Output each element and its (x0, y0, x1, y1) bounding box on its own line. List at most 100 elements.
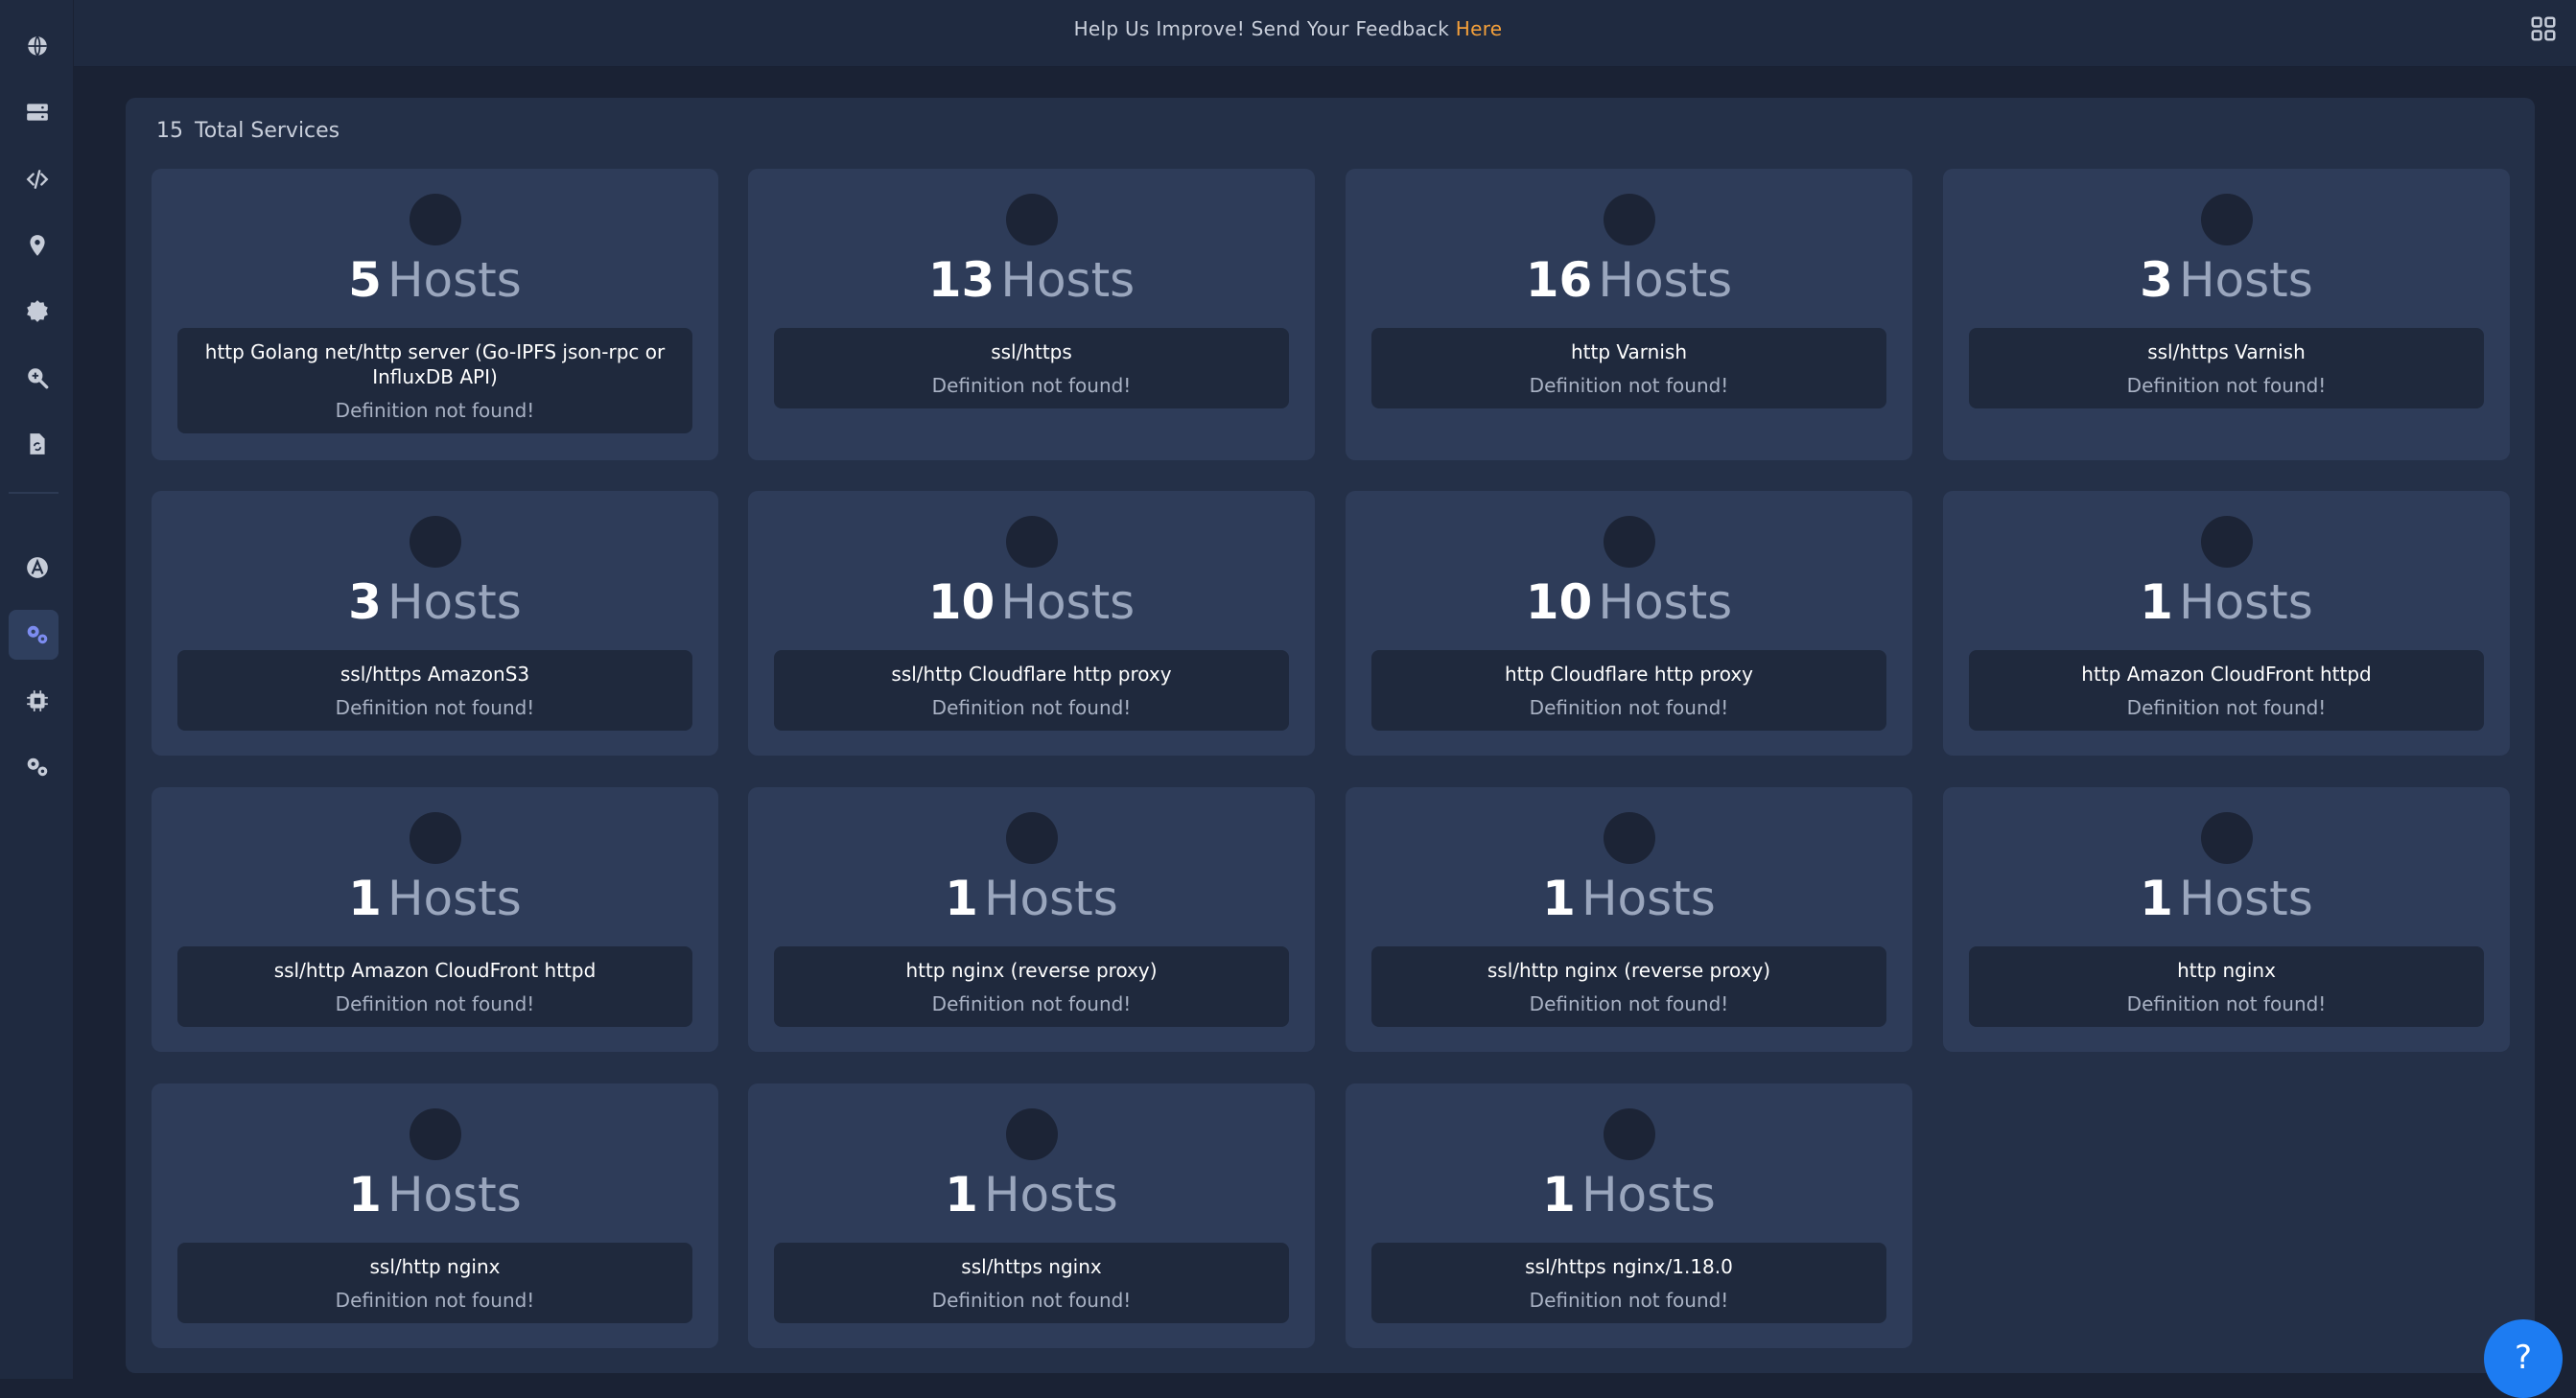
service-name: ssl/https Varnish (2147, 340, 2306, 363)
service-definition: Definition not found! (2126, 374, 2327, 397)
sidebar-item-chip[interactable] (0, 676, 74, 726)
service-definition: Definition not found! (1529, 1289, 1729, 1312)
service-card[interactable]: 5 Hosts http Golang net/http server (Go-IP… (152, 169, 718, 460)
service-info: ssl/http Amazon CloudFront httpd Definiti… (177, 946, 692, 1027)
sidebar-item-globe[interactable] (0, 21, 74, 71)
service-name: http nginx (reverse proxy) (905, 959, 1158, 982)
service-card[interactable]: 1 Hosts http nginx (reverse proxy) Definiti… (748, 787, 1315, 1052)
host-count: 16 Hosts (1346, 251, 1912, 309)
service-name: ssl/http nginx (reverse proxy) (1487, 959, 1771, 982)
host-count-number: 1 (348, 871, 382, 926)
gear-badge-icon (26, 300, 48, 322)
host-count: 1 Hosts (1943, 870, 2510, 927)
service-card[interactable]: 16 Hosts http Varnish Definition not found! (1346, 169, 1912, 460)
sidebar-item-settings[interactable] (0, 742, 74, 792)
feedback-link[interactable]: Here (1456, 17, 1503, 40)
sidebar-item-badge[interactable] (0, 287, 74, 337)
total-services: 15 Total Services (156, 119, 340, 143)
host-count: 1 Hosts (1346, 1166, 1912, 1223)
host-count: 1 Hosts (152, 1166, 718, 1223)
host-count-label: Hosts (2178, 252, 2313, 308)
service-name: ssl/https AmazonS3 (340, 663, 530, 686)
sidebar (0, 0, 74, 1379)
host-count-label: Hosts (386, 252, 522, 308)
service-card[interactable]: 1 Hosts ssl/http Amazon CloudFront httpd De… (152, 787, 718, 1052)
service-logo-placeholder (410, 1108, 461, 1160)
globe-icon (27, 35, 47, 57)
apps-grid-icon[interactable] (2529, 14, 2558, 43)
sidebar-item-location[interactable] (0, 221, 74, 270)
anchor-a-icon (26, 557, 48, 578)
sidebar-item-anchor[interactable] (0, 543, 74, 593)
service-name: http Cloudflare http proxy (1504, 663, 1754, 686)
service-name: ssl/https nginx/1.18.0 (1525, 1255, 1733, 1278)
service-name: ssl/http Amazon CloudFront httpd (273, 959, 597, 982)
top-bar: Help Us Improve! Send Your Feedback Here… (74, 0, 2576, 67)
host-count-number: 1 (945, 1167, 978, 1223)
service-info: ssl/https Definition not found! (774, 328, 1289, 408)
service-logo-placeholder (410, 194, 461, 245)
host-count-label: Hosts (1000, 574, 1136, 630)
service-info: ssl/http nginx (reverse proxy) Definition… (1371, 946, 1886, 1027)
service-card[interactable]: 1 Hosts ssl/https nginx/1.18.0 Definition n… (1346, 1083, 1912, 1348)
service-card[interactable]: 1 Hosts ssl/http nginx Definition not found… (152, 1083, 718, 1348)
service-definition: Definition not found! (1529, 696, 1729, 719)
host-count-label: Hosts (2178, 574, 2313, 630)
feedback-banner: Help Us Improve! Send Your Feedback Here (74, 17, 2502, 40)
service-card[interactable]: 1 Hosts ssl/http nginx (reverse proxy) Defi… (1346, 787, 1912, 1052)
service-info: ssl/http nginx Definition not found! (177, 1243, 692, 1323)
host-count-label: Hosts (1000, 252, 1136, 308)
service-card[interactable]: 1 Hosts http Amazon CloudFront httpd Defini… (1943, 491, 2510, 756)
service-card[interactable]: 1 Hosts http nginx Definition not found! (1943, 787, 2510, 1052)
service-card[interactable]: 3 Hosts ssl/https Varnish Definition not fo… (1943, 169, 2510, 460)
service-info: http Amazon CloudFront httpd Definition n… (1969, 650, 2484, 731)
service-logo-placeholder (2201, 812, 2253, 864)
host-count-number: 10 (1525, 574, 1593, 630)
service-definition: Definition not found! (931, 374, 1132, 397)
host-count-number: 1 (2140, 574, 2173, 630)
cogs-icon (27, 625, 47, 644)
service-card[interactable]: 10 Hosts http Cloudflare http proxy Definit… (1346, 491, 1912, 756)
service-name: http Varnish (1571, 340, 1687, 363)
host-count-number: 1 (1542, 871, 1576, 926)
service-card[interactable]: 13 Hosts ssl/https Definition not found! (748, 169, 1315, 460)
file-sync-icon (29, 433, 45, 454)
service-definition: Definition not found! (931, 696, 1132, 719)
help-button[interactable]: ? (2484, 1319, 2563, 1398)
service-logo-placeholder (2201, 194, 2253, 245)
service-definition: Definition not found! (335, 399, 535, 422)
host-count-label: Hosts (386, 1167, 522, 1223)
host-count-number: 13 (927, 252, 995, 308)
service-definition: Definition not found! (931, 1289, 1132, 1312)
service-info: http Varnish Definition not found! (1371, 328, 1886, 408)
sidebar-item-servers[interactable] (0, 87, 74, 137)
service-definition: Definition not found! (2126, 696, 2327, 719)
sidebar-item-search[interactable] (0, 353, 74, 403)
service-definition: Definition not found! (931, 992, 1132, 1015)
sidebar-item-files[interactable] (0, 419, 74, 469)
service-name: ssl/https (991, 340, 1072, 363)
service-card[interactable]: 10 Hosts ssl/http Cloudflare http proxy Def… (748, 491, 1315, 756)
service-logo-placeholder (1604, 516, 1655, 568)
host-count: 5 Hosts (152, 251, 718, 309)
host-count: 10 Hosts (1346, 573, 1912, 631)
host-count: 13 Hosts (748, 251, 1315, 309)
service-card[interactable]: 1 Hosts ssl/https nginx Definition not foun… (748, 1083, 1315, 1348)
host-count: 10 Hosts (748, 573, 1315, 631)
sidebar-item-code[interactable] (0, 154, 74, 204)
service-card[interactable]: 3 Hosts ssl/https AmazonS3 Definition not f… (152, 491, 718, 756)
service-logo-placeholder (1006, 516, 1058, 568)
sidebar-divider (9, 492, 59, 494)
host-count-label: Hosts (2178, 871, 2313, 926)
service-name: ssl/http nginx (369, 1255, 501, 1278)
host-count-number: 1 (945, 871, 978, 926)
host-count-number: 1 (348, 1167, 382, 1223)
sidebar-item-services[interactable] (0, 610, 74, 660)
feedback-text: Help Us Improve! Send Your Feedback (1073, 17, 1456, 40)
host-count: 1 Hosts (1346, 870, 1912, 927)
service-logo-placeholder (2201, 516, 2253, 568)
service-info: http Golang net/http server (Go-IPFS jso… (177, 328, 692, 433)
service-info: ssl/http Cloudflare http proxy Definition… (774, 650, 1289, 731)
host-count: 3 Hosts (1943, 251, 2510, 309)
total-services-label: Total Services (195, 119, 340, 143)
